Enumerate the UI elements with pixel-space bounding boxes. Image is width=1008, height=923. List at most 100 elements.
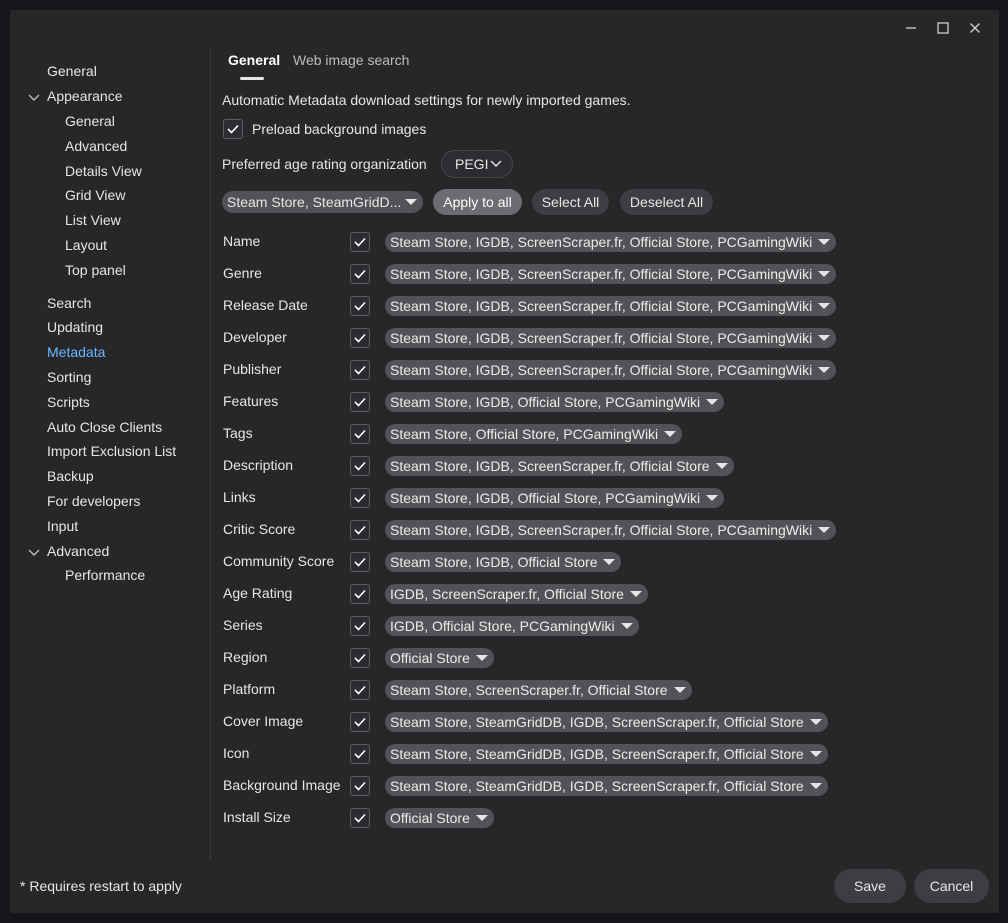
- sidebar-item-sorting[interactable]: Sorting: [47, 369, 91, 385]
- sidebar-item-advanced[interactable]: Advanced: [65, 138, 127, 154]
- field-enabled-checkbox[interactable]: [350, 488, 370, 508]
- preload-background-checkbox[interactable]: [223, 119, 243, 139]
- field-enabled-checkbox[interactable]: [350, 296, 370, 316]
- field-enabled-checkbox[interactable]: [350, 264, 370, 284]
- field-enabled-checkbox[interactable]: [350, 392, 370, 412]
- sidebar-item-input[interactable]: Input: [47, 518, 78, 534]
- sidebar-item-auto-close-clients[interactable]: Auto Close Clients: [47, 419, 162, 435]
- sidebar-item-general[interactable]: General: [65, 113, 115, 129]
- sidebar-item-scripts[interactable]: Scripts: [47, 394, 90, 410]
- field-enabled-checkbox[interactable]: [350, 744, 370, 764]
- field-enabled-checkbox[interactable]: [350, 680, 370, 700]
- field-source-dropdown[interactable]: Steam Store, Official Store, PCGamingWik…: [385, 424, 683, 444]
- select-all-button[interactable]: Select All: [532, 189, 609, 215]
- field-label: Background Image: [223, 777, 341, 793]
- field-source-value: Official Store: [390, 650, 470, 666]
- sidebar-item-import-exclusion-list[interactable]: Import Exclusion List: [47, 443, 176, 459]
- caret-down-icon: [818, 271, 831, 277]
- field-source-dropdown[interactable]: Steam Store, IGDB, ScreenScraper.fr, Off…: [385, 328, 837, 348]
- sidebar-item-performance[interactable]: Performance: [65, 567, 145, 583]
- sidebar-item-advanced[interactable]: Advanced: [47, 543, 109, 559]
- checkmark-icon: [354, 685, 366, 695]
- field-source-dropdown[interactable]: Steam Store, IGDB, ScreenScraper.fr, Off…: [385, 232, 837, 252]
- field-source-dropdown[interactable]: Steam Store, IGDB, ScreenScraper.fr, Off…: [385, 296, 837, 316]
- field-label: Critic Score: [223, 521, 296, 537]
- tab-web-image-search[interactable]: Web image search: [293, 52, 409, 68]
- field-label: Cover Image: [223, 713, 304, 729]
- sidebar-item-general[interactable]: General: [47, 63, 97, 79]
- checkmark-icon: [354, 365, 366, 375]
- field-enabled-checkbox[interactable]: [350, 360, 370, 380]
- checkmark-icon: [354, 333, 366, 343]
- chevron-down-icon[interactable]: [28, 91, 40, 103]
- field-enabled-checkbox[interactable]: [350, 232, 370, 252]
- field-enabled-checkbox[interactable]: [350, 520, 370, 540]
- field-enabled-checkbox[interactable]: [350, 328, 370, 348]
- source-selector-dropdown[interactable]: Steam Store, SteamGridD...: [222, 191, 423, 213]
- caret-down-icon: [818, 335, 831, 341]
- field-source-dropdown[interactable]: Steam Store, IGDB, Official Store: [385, 552, 622, 572]
- caret-down-icon: [620, 623, 633, 629]
- field-source-dropdown[interactable]: Steam Store, SteamGridDB, IGDB, ScreenSc…: [385, 712, 828, 732]
- field-source-dropdown[interactable]: Steam Store, IGDB, ScreenScraper.fr, Off…: [385, 520, 837, 540]
- field-enabled-checkbox[interactable]: [350, 712, 370, 732]
- field-label: Description: [223, 457, 294, 473]
- apply-to-all-button[interactable]: Apply to all: [433, 189, 522, 215]
- chevron-down-icon[interactable]: [28, 546, 40, 558]
- checkmark-icon: [354, 749, 366, 759]
- active-tab-indicator: [240, 77, 264, 80]
- tab-general[interactable]: General: [228, 52, 280, 68]
- field-enabled-checkbox[interactable]: [350, 616, 370, 636]
- field-source-dropdown[interactable]: Steam Store, IGDB, Official Store, PCGam…: [385, 488, 725, 508]
- field-source-dropdown[interactable]: Steam Store, IGDB, Official Store, PCGam…: [385, 392, 725, 412]
- field-source-value: IGDB, ScreenScraper.fr, Official Store: [390, 586, 624, 602]
- sidebar-item-details-view[interactable]: Details View: [65, 163, 142, 179]
- sidebar-item-backup[interactable]: Backup: [47, 468, 94, 484]
- field-source-dropdown[interactable]: Official Store: [385, 808, 494, 828]
- field-label: Developer: [223, 329, 287, 345]
- field-source-dropdown[interactable]: IGDB, ScreenScraper.fr, Official Store: [385, 584, 648, 604]
- save-button[interactable]: Save: [834, 869, 906, 903]
- field-source-value: Steam Store, ScreenScraper.fr, Official …: [390, 682, 668, 698]
- deselect-all-button[interactable]: Deselect All: [620, 189, 713, 215]
- caret-down-icon: [664, 431, 677, 437]
- field-source-dropdown[interactable]: Steam Store, SteamGridDB, IGDB, ScreenSc…: [385, 744, 828, 764]
- field-enabled-checkbox[interactable]: [350, 648, 370, 668]
- checkmark-icon: [354, 525, 366, 535]
- caret-down-icon: [809, 751, 822, 757]
- sidebar-item-top-panel[interactable]: Top panel: [65, 262, 126, 278]
- checkmark-icon: [354, 397, 366, 407]
- checkmark-icon: [354, 237, 366, 247]
- field-source-dropdown[interactable]: IGDB, Official Store, PCGamingWiki: [385, 616, 639, 636]
- field-source-dropdown[interactable]: Steam Store, IGDB, ScreenScraper.fr, Off…: [385, 456, 734, 476]
- field-enabled-checkbox[interactable]: [350, 808, 370, 828]
- field-label: Links: [223, 489, 256, 505]
- field-source-dropdown[interactable]: Official Store: [385, 648, 494, 668]
- sidebar-item-grid-view[interactable]: Grid View: [65, 187, 125, 203]
- caret-down-icon: [809, 719, 822, 725]
- cancel-button[interactable]: Cancel: [914, 869, 989, 903]
- field-enabled-checkbox[interactable]: [350, 776, 370, 796]
- field-label: Genre: [223, 265, 262, 281]
- sidebar-item-updating[interactable]: Updating: [47, 319, 103, 335]
- field-enabled-checkbox[interactable]: [350, 424, 370, 444]
- caret-down-icon: [706, 495, 719, 501]
- field-enabled-checkbox[interactable]: [350, 552, 370, 572]
- field-source-dropdown[interactable]: Steam Store, IGDB, ScreenScraper.fr, Off…: [385, 264, 837, 284]
- sidebar-item-for-developers[interactable]: For developers: [47, 493, 140, 509]
- field-source-dropdown[interactable]: Steam Store, SteamGridDB, IGDB, ScreenSc…: [385, 776, 828, 796]
- age-rating-dropdown[interactable]: PEGI: [441, 150, 513, 178]
- field-source-value: Steam Store, Official Store, PCGamingWik…: [390, 426, 659, 442]
- checkmark-icon: [354, 269, 366, 279]
- field-enabled-checkbox[interactable]: [350, 584, 370, 604]
- field-enabled-checkbox[interactable]: [350, 456, 370, 476]
- sidebar-item-list-view[interactable]: List View: [65, 212, 121, 228]
- sidebar-item-appearance[interactable]: Appearance: [47, 88, 123, 104]
- age-rating-value: PEGI: [455, 156, 489, 172]
- sidebar-item-layout[interactable]: Layout: [65, 237, 107, 253]
- metadata-description: Automatic Metadata download settings for…: [222, 92, 631, 108]
- field-source-dropdown[interactable]: Steam Store, IGDB, ScreenScraper.fr, Off…: [385, 360, 837, 380]
- sidebar-item-metadata[interactable]: Metadata: [47, 344, 105, 360]
- sidebar-item-search[interactable]: Search: [47, 295, 91, 311]
- field-source-dropdown[interactable]: Steam Store, ScreenScraper.fr, Official …: [385, 680, 692, 700]
